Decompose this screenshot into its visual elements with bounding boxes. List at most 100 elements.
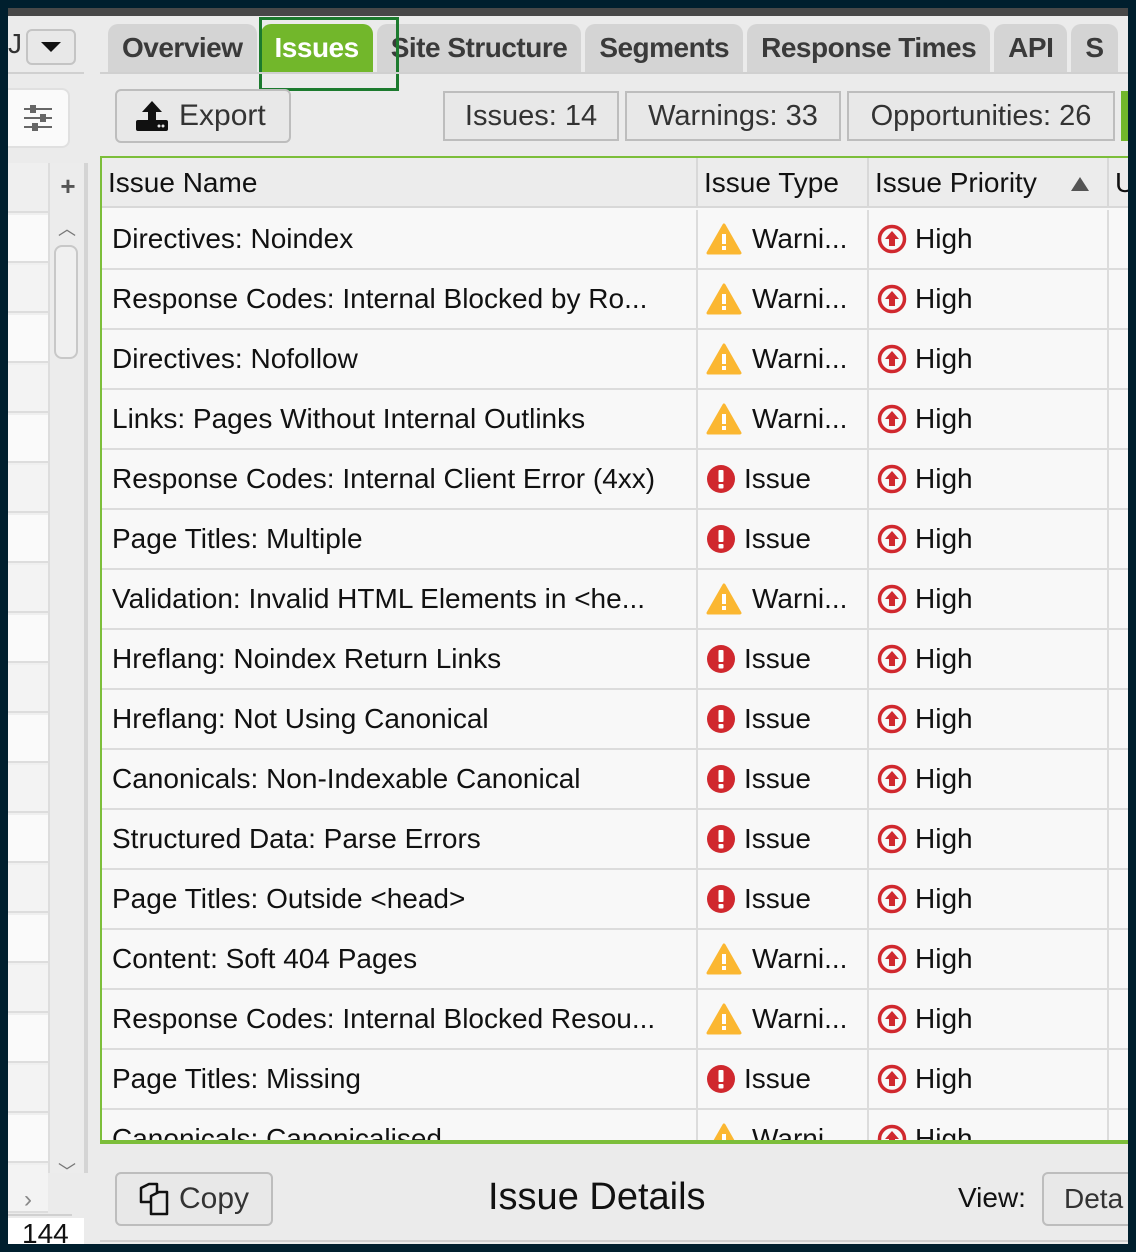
left-grid-row[interactable] bbox=[8, 515, 48, 563]
table-bottom-border bbox=[100, 1142, 1128, 1144]
table-row[interactable]: Page Titles: Missing Issue High bbox=[102, 1050, 1128, 1110]
copy-icon bbox=[139, 1182, 169, 1216]
tab-response-times[interactable]: Response Times bbox=[747, 24, 991, 72]
issue-name-cell: Response Codes: Internal Client Error (4… bbox=[102, 450, 698, 508]
issue-name-cell: Page Titles: Outside <head> bbox=[102, 870, 698, 928]
issue-type-cell: Issue bbox=[698, 870, 869, 928]
table-row[interactable]: Directives: Noindex Warni... High bbox=[102, 210, 1128, 270]
opportunities-count-filter[interactable]: Opportunities: 26 bbox=[847, 91, 1115, 141]
tab-segments[interactable]: Segments bbox=[585, 24, 744, 72]
table-row[interactable]: Links: Pages Without Internal Outlinks Wa… bbox=[102, 390, 1128, 450]
table-row[interactable]: Hreflang: Not Using Canonical Issue High bbox=[102, 690, 1128, 750]
table-row[interactable]: Response Codes: Internal Blocked Resou..… bbox=[102, 990, 1128, 1050]
table-row[interactable]: Response Codes: Internal Client Error (4… bbox=[102, 450, 1128, 510]
table-row[interactable]: Hreflang: Noindex Return Links Issue High bbox=[102, 630, 1128, 690]
table-row[interactable]: Page Titles: Outside <head> Issue High bbox=[102, 870, 1128, 930]
truncated-column-cell bbox=[1109, 390, 1128, 448]
scroll-right-icon[interactable]: › bbox=[24, 1186, 54, 1216]
issue-type-cell: Warni... bbox=[698, 330, 869, 388]
issue-exclamation-icon bbox=[706, 884, 736, 914]
left-grid-row[interactable] bbox=[8, 365, 48, 413]
issue-type-cell: Warni... bbox=[698, 930, 869, 988]
app-window: J + ︿ ﹀ › 144 Overview Issues Site Struc… bbox=[8, 8, 1128, 1244]
issue-type-label: Issue bbox=[744, 703, 811, 734]
column-header-issue-priority[interactable]: Issue Priority bbox=[869, 158, 1109, 208]
sort-ascending-icon bbox=[1071, 177, 1089, 191]
column-header-issue-type[interactable]: Issue Type bbox=[698, 158, 869, 208]
issue-type-label: Warni... bbox=[752, 283, 848, 314]
left-grid-row[interactable] bbox=[8, 315, 48, 363]
tab-api[interactable]: API bbox=[994, 24, 1068, 72]
left-grid-row[interactable] bbox=[8, 415, 48, 463]
left-grid-row[interactable] bbox=[8, 215, 48, 263]
issue-type-cell: Issue bbox=[698, 690, 869, 748]
tab-bar: Overview Issues Site Structure Segments … bbox=[108, 24, 1122, 72]
left-grid-row[interactable] bbox=[8, 865, 48, 913]
issue-priority-cell: High bbox=[869, 570, 1109, 628]
tab-truncated[interactable]: S bbox=[1071, 24, 1118, 72]
left-grid-row[interactable] bbox=[8, 265, 48, 313]
truncated-column-cell bbox=[1109, 690, 1128, 748]
table-row[interactable]: Canonicals: Canonicalised Warni... High bbox=[102, 1110, 1128, 1140]
issue-exclamation-icon bbox=[706, 644, 736, 674]
scroll-down-icon[interactable]: ﹀ bbox=[52, 1158, 82, 1182]
warning-triangle-icon bbox=[706, 403, 742, 435]
table-row[interactable]: Validation: Invalid HTML Elements in <he… bbox=[102, 570, 1128, 630]
issue-type-label: Issue bbox=[744, 523, 811, 554]
tab-issues[interactable]: Issues bbox=[260, 24, 373, 72]
warnings-count-filter[interactable]: Warnings: 33 bbox=[625, 91, 841, 141]
left-grid-row[interactable] bbox=[8, 1015, 48, 1063]
left-grid-row[interactable] bbox=[8, 1115, 48, 1163]
warning-triangle-icon bbox=[706, 1123, 742, 1140]
view-select[interactable]: Deta bbox=[1042, 1172, 1128, 1226]
left-grid-row[interactable] bbox=[8, 565, 48, 613]
truncated-column-cell bbox=[1109, 330, 1128, 388]
column-header-truncated[interactable]: U bbox=[1109, 158, 1128, 208]
issue-type-label: Issue bbox=[744, 643, 811, 674]
export-button[interactable]: Export bbox=[115, 89, 291, 143]
issue-type-label: Warni... bbox=[752, 223, 848, 254]
left-grid-row[interactable] bbox=[8, 965, 48, 1013]
issues-count-filter[interactable]: Issues: 14 bbox=[443, 91, 619, 141]
tab-overview[interactable]: Overview bbox=[108, 24, 257, 72]
issue-priority-cell: High bbox=[869, 270, 1109, 328]
column-header-issue-name[interactable]: Issue Name bbox=[102, 158, 698, 208]
left-grid-row[interactable] bbox=[8, 465, 48, 513]
issue-name-cell: Content: Soft 404 Pages bbox=[102, 930, 698, 988]
scroll-up-icon[interactable]: ︿ bbox=[52, 215, 82, 239]
warning-triangle-icon bbox=[706, 343, 742, 375]
left-grid-row[interactable] bbox=[8, 815, 48, 863]
left-grid-row[interactable] bbox=[8, 665, 48, 713]
issue-priority-label: High bbox=[915, 883, 973, 914]
panel-splitter[interactable] bbox=[84, 163, 88, 1173]
issue-type-cell: Issue bbox=[698, 630, 869, 688]
truncated-filter-badge[interactable] bbox=[1121, 91, 1128, 141]
filter-settings-button[interactable] bbox=[8, 88, 70, 148]
issue-type-cell: Issue bbox=[698, 810, 869, 868]
left-grid-row[interactable] bbox=[8, 715, 48, 763]
vertical-scrollbar-thumb[interactable] bbox=[54, 245, 78, 359]
left-grid-row[interactable] bbox=[8, 1065, 48, 1113]
issue-name-cell: Hreflang: Not Using Canonical bbox=[102, 690, 698, 748]
table-row[interactable]: Structured Data: Parse Errors Issue High bbox=[102, 810, 1128, 870]
copy-button[interactable]: Copy bbox=[115, 1172, 273, 1226]
left-grid-row[interactable] bbox=[8, 915, 48, 963]
left-panel-dropdown-button[interactable] bbox=[26, 29, 76, 65]
left-grid-row[interactable] bbox=[8, 765, 48, 813]
tabs-underline bbox=[100, 72, 1128, 74]
issue-type-cell: Issue bbox=[698, 750, 869, 808]
issue-type-cell: Issue bbox=[698, 510, 869, 568]
sliders-icon bbox=[24, 105, 52, 131]
left-panel-truncated-label: J bbox=[8, 28, 22, 59]
add-column-icon[interactable]: + bbox=[50, 171, 86, 201]
table-row[interactable]: Response Codes: Internal Blocked by Ro..… bbox=[102, 270, 1128, 330]
left-grid-row[interactable] bbox=[8, 615, 48, 663]
table-row[interactable]: Directives: Nofollow Warni... High bbox=[102, 330, 1128, 390]
tab-site-structure[interactable]: Site Structure bbox=[376, 24, 582, 72]
issue-type-cell: Warni... bbox=[698, 990, 869, 1048]
issue-type-cell: Warni... bbox=[698, 570, 869, 628]
table-row[interactable]: Content: Soft 404 Pages Warni... High bbox=[102, 930, 1128, 990]
table-row[interactable]: Page Titles: Multiple Issue High bbox=[102, 510, 1128, 570]
priority-high-arrow-icon bbox=[877, 704, 907, 734]
table-row[interactable]: Canonicals: Non-Indexable Canonical Issue… bbox=[102, 750, 1128, 810]
